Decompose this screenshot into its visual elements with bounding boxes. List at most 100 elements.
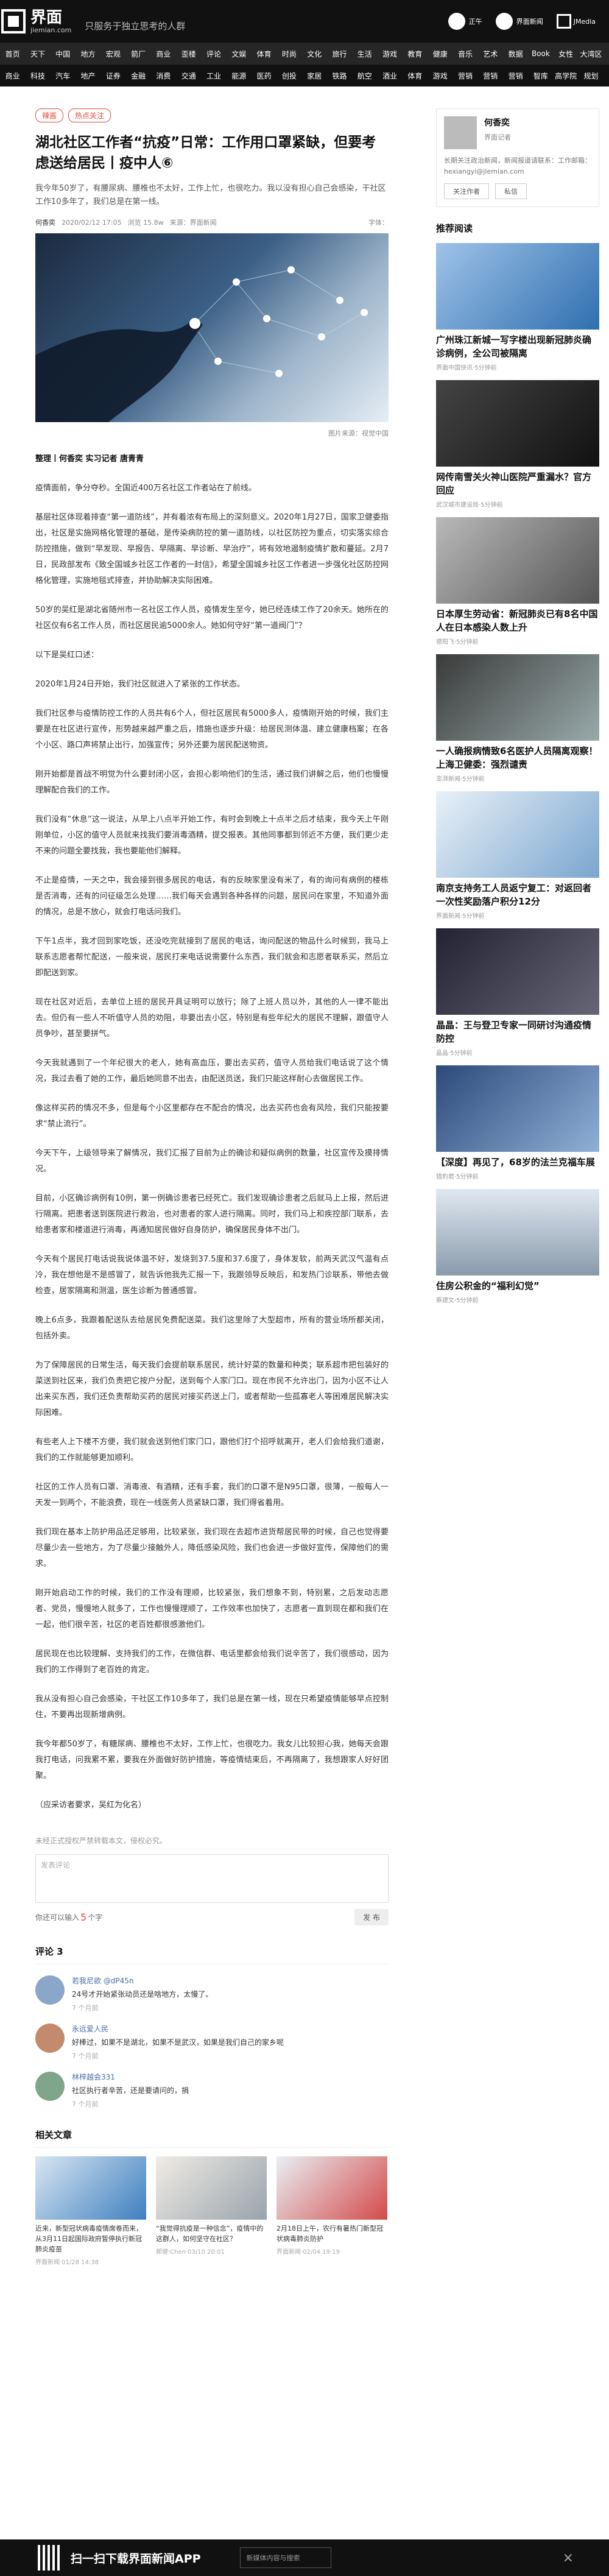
commenter-name[interactable]: 永远爱人民 bbox=[72, 2024, 389, 2034]
top-link-jmedia[interactable]: JMedia bbox=[556, 14, 596, 29]
commenter-name[interactable]: 若我尼欲 @dP45n bbox=[72, 1975, 389, 1986]
nav-item[interactable]: 体育 bbox=[252, 49, 276, 59]
close-icon[interactable]: × bbox=[563, 2550, 574, 2566]
nav-sub-item[interactable]: 营销 bbox=[452, 71, 477, 81]
nav-sub-item[interactable]: 能源 bbox=[227, 71, 252, 81]
recommend-title[interactable]: 【深度】再见了，68岁的法兰克福车展 bbox=[436, 1156, 599, 1169]
site-logo[interactable]: 界面 jiemian.com bbox=[1, 9, 71, 34]
nav-item[interactable]: 天下 bbox=[25, 49, 50, 59]
related-title[interactable]: “我觉得抗疫是一种信念”，疫情中的这群人，如何坚守在社区？ bbox=[156, 2223, 267, 2244]
nav-item[interactable]: 音乐 bbox=[452, 49, 477, 59]
nav-sub-item[interactable]: 酒业 bbox=[377, 71, 402, 81]
message-author-button[interactable]: 私信 bbox=[495, 183, 527, 199]
nav-sub-item[interactable]: 金融 bbox=[125, 71, 150, 81]
recommend-title[interactable]: 南京支持务工人员返宁复工：对返回者一次性奖励落户积分12分 bbox=[436, 881, 599, 908]
related-item[interactable]: “我觉得抗疫是一种信念”，疫情中的这群人，如何坚守在社区？ 郝健·Chen·03/… bbox=[156, 2156, 267, 2266]
recommend-image[interactable] bbox=[436, 380, 599, 467]
nav-sub-item[interactable]: 消费 bbox=[151, 71, 176, 81]
recommend-image[interactable] bbox=[436, 1189, 599, 1276]
commenter-avatar[interactable] bbox=[35, 2024, 65, 2053]
footer-search-input[interactable]: 新媒体内容与搜索 bbox=[239, 2547, 331, 2568]
nav-item[interactable]: 文化 bbox=[302, 49, 327, 59]
recommend-title[interactable]: 一人确报病情致6名医护人员隔离观察！上海卫健委：强烈谴责 bbox=[436, 744, 599, 771]
nav-sub-item[interactable]: 铁路 bbox=[327, 71, 352, 81]
nav-item[interactable]: 游戏 bbox=[377, 49, 402, 59]
nav-sub-item[interactable]: 医药 bbox=[252, 71, 276, 81]
nav-sub-item[interactable]: 家居 bbox=[302, 71, 327, 81]
nav-sub-item[interactable]: 航空 bbox=[352, 71, 377, 81]
related-item[interactable]: 近来，新型冠状病毒疫情席卷而来，从3月11日起国际政府暂停执行新冠肺炎疫苗 界面新… bbox=[35, 2156, 146, 2266]
top-link-noon[interactable]: 正午 bbox=[448, 13, 482, 30]
nav-sub-item[interactable]: 地产 bbox=[76, 71, 100, 81]
recommend-title[interactable]: 广州珠江新城一写字楼出现新冠肺炎确诊病例，全公司被隔离 bbox=[436, 333, 599, 360]
nav-item[interactable]: 评论 bbox=[201, 49, 226, 59]
recommend-image[interactable] bbox=[436, 1065, 599, 1152]
commenter-avatar[interactable] bbox=[35, 2072, 65, 2101]
nav-item[interactable]: 中国 bbox=[51, 49, 76, 59]
recommend-item[interactable]: 广州珠江新城一写字楼出现新冠肺炎确诊病例，全公司被隔离 界面中国快讯·5分钟前 bbox=[436, 243, 599, 372]
recommend-item[interactable]: 南京支持务工人员返宁复工：对返回者一次性奖励落户积分12分 界面新闻·5分钟前 bbox=[436, 791, 599, 920]
publish-comment-button[interactable]: 发 布 bbox=[354, 1909, 389, 1925]
nav-item[interactable]: 教育 bbox=[403, 49, 428, 59]
nav-item[interactable]: 女性 bbox=[554, 49, 579, 59]
tag-pill[interactable]: 辣酱 bbox=[35, 108, 64, 122]
nav-item[interactable]: 首页 bbox=[0, 49, 25, 59]
nav-sub-item[interactable]: 科技 bbox=[25, 71, 50, 81]
recommend-title[interactable]: 住房公积金的“福利幻觉” bbox=[436, 1279, 599, 1293]
comment-input[interactable]: 发表评论 bbox=[35, 1854, 389, 1903]
recommend-item[interactable]: 网传南雪关火神山医院严重漏水？官方回应 武汉城市建设局·5分钟前 bbox=[436, 380, 599, 509]
recommend-image[interactable] bbox=[436, 654, 599, 741]
related-image[interactable] bbox=[276, 2156, 387, 2220]
nav-item[interactable]: Book bbox=[528, 49, 553, 58]
nav-item[interactable]: 歪楼 bbox=[176, 49, 201, 59]
nav-item[interactable]: 箭厂 bbox=[125, 49, 150, 59]
nav-sub-item[interactable]: 汽车 bbox=[51, 71, 76, 81]
related-title[interactable]: 近来，新型冠状病毒疫情席卷而来，从3月11日起国际政府暂停执行新冠肺炎疫苗 bbox=[35, 2223, 146, 2254]
related-image[interactable] bbox=[35, 2156, 146, 2220]
nav-item[interactable]: 健康 bbox=[428, 49, 452, 59]
recommend-item[interactable]: 日本厚生劳动省：新冠肺炎已有8名中国人在日本感染人数上升 德阳飞·5分钟前 bbox=[436, 517, 599, 646]
recommend-image[interactable] bbox=[436, 517, 599, 604]
nav-sub-item[interactable]: 体育 bbox=[403, 71, 428, 81]
nav-sub-item[interactable]: 高学院 bbox=[554, 71, 579, 81]
font-size-control[interactable]: 字体： bbox=[368, 217, 389, 227]
nav-sub-item[interactable]: 证券 bbox=[100, 71, 125, 81]
tag-pill[interactable]: 热点关注 bbox=[68, 108, 111, 122]
author-card-name[interactable]: 何香奕 bbox=[484, 116, 511, 129]
nav-sub-item[interactable]: 规划 bbox=[579, 71, 604, 81]
recommend-image[interactable] bbox=[436, 243, 599, 330]
author-avatar[interactable] bbox=[444, 116, 477, 149]
recommend-title[interactable]: 日本厚生劳动省：新冠肺炎已有8名中国人在日本感染人数上升 bbox=[436, 607, 599, 634]
top-link-jiemian[interactable]: 界面新闻 bbox=[495, 13, 543, 30]
follow-author-button[interactable]: 关注作者 bbox=[444, 183, 489, 199]
recommend-item[interactable]: 一人确报病情致6名医护人员隔离观察！上海卫健委：强烈谴责 澎湃新闻·5分钟前 bbox=[436, 654, 599, 783]
nav-item[interactable]: 时尚 bbox=[276, 49, 301, 59]
commenter-avatar[interactable] bbox=[35, 1975, 65, 2005]
nav-sub-item[interactable]: 工业 bbox=[201, 71, 226, 81]
nav-item[interactable]: 数据 bbox=[503, 49, 528, 59]
nav-sub-item[interactable]: 营销 bbox=[503, 71, 528, 81]
nav-item[interactable]: 旅行 bbox=[327, 49, 352, 59]
recommend-item[interactable]: 晶晶：王与登卫专家一同研讨沟通疫情防控 晶晶·5分钟前 bbox=[436, 928, 599, 1057]
recommend-title[interactable]: 晶晶：王与登卫专家一同研讨沟通疫情防控 bbox=[436, 1018, 599, 1045]
related-item[interactable]: 2月18日上午，农行有暑热门新型冠状病毒肺炎防护 界面新闻·02/04 19:19 bbox=[276, 2156, 387, 2266]
nav-item[interactable]: 商业 bbox=[151, 49, 176, 59]
recommend-image[interactable] bbox=[436, 928, 599, 1015]
nav-item[interactable]: 大湾区 bbox=[579, 49, 604, 59]
recommend-item[interactable]: 【深度】再见了，68岁的法兰克福车展 猎豹君·5分钟前 bbox=[436, 1065, 599, 1180]
nav-sub-item[interactable]: 商业 bbox=[0, 71, 25, 81]
nav-item[interactable]: 生活 bbox=[352, 49, 377, 59]
recommend-item[interactable]: 住房公积金的“福利幻觉” 蔡建文·5分钟前 bbox=[436, 1189, 599, 1304]
nav-sub-item[interactable]: 营销 bbox=[478, 71, 503, 81]
related-title[interactable]: 2月18日上午，农行有暑热门新型冠状病毒肺炎防护 bbox=[276, 2223, 387, 2244]
commenter-name[interactable]: 林梓越会331 bbox=[72, 2072, 389, 2082]
nav-item[interactable]: 艺术 bbox=[478, 49, 503, 59]
nav-item[interactable]: 文娱 bbox=[227, 49, 252, 59]
nav-sub-item[interactable]: 交通 bbox=[176, 71, 201, 81]
nav-sub-item[interactable]: 游戏 bbox=[428, 71, 452, 81]
related-image[interactable] bbox=[156, 2156, 267, 2220]
recommend-title[interactable]: 网传南雪关火神山医院严重漏水？官方回应 bbox=[436, 470, 599, 497]
nav-item[interactable]: 宏观 bbox=[100, 49, 125, 59]
nav-item[interactable]: 地方 bbox=[76, 49, 100, 59]
author-name[interactable]: 何香奕 bbox=[35, 217, 55, 227]
